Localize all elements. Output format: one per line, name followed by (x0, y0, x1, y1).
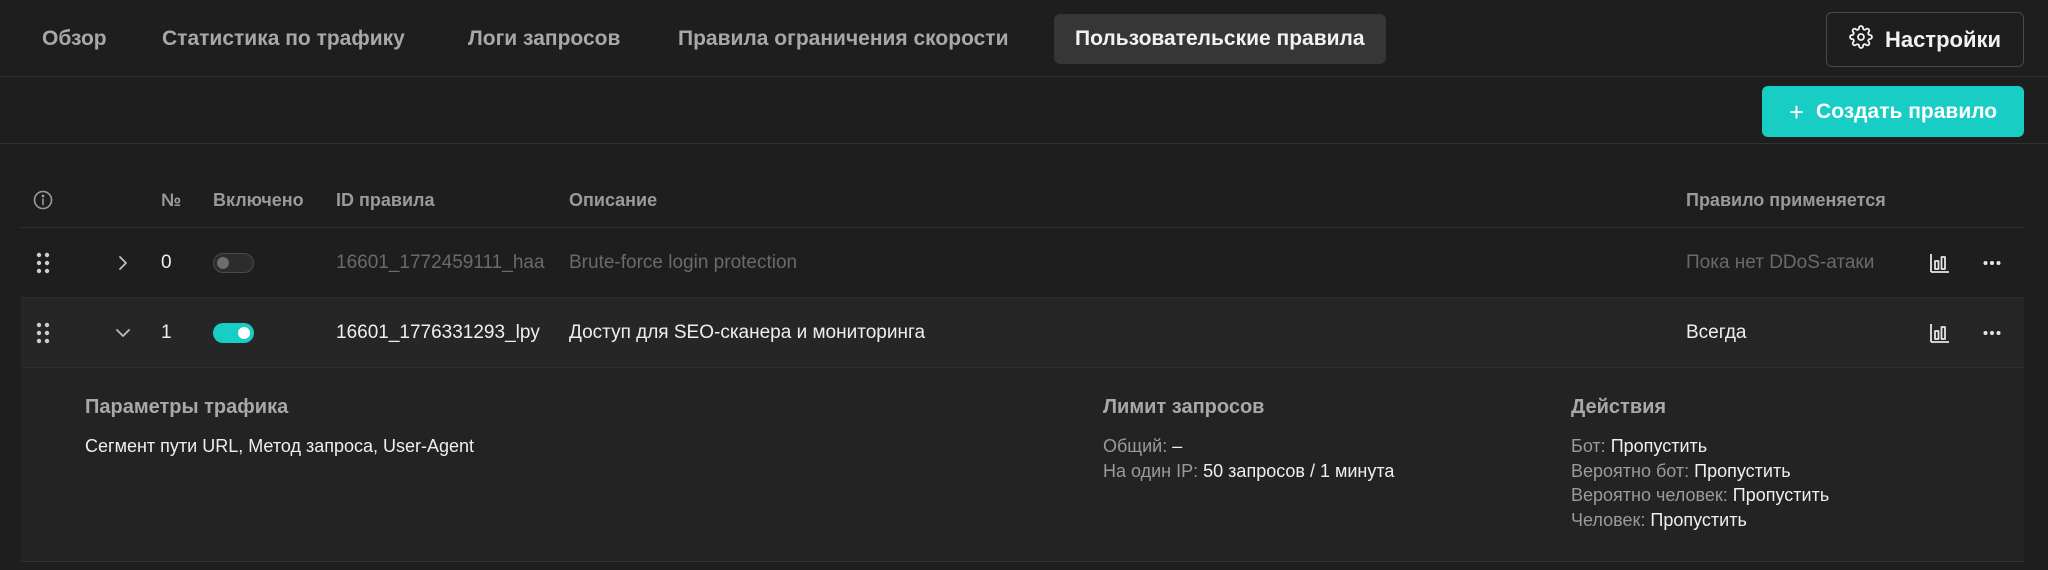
column-number: № (161, 189, 182, 210)
drag-handle-icon[interactable] (36, 228, 50, 298)
rule-description: Brute-force login protection (569, 252, 798, 273)
create-rule-button[interactable]: + Создать правило (1762, 86, 2024, 137)
actions-section: Действия Бот: Пропустить Вероятно бот: П… (1571, 396, 1829, 532)
limit-total-value: – (1172, 436, 1183, 456)
action-line: Вероятно человек: Пропустить (1571, 483, 1829, 508)
action-line: Человек: Пропустить (1571, 508, 1829, 533)
traffic-parameters-section: Параметры трафика Сегмент пути URL, Мето… (85, 396, 474, 459)
column-enabled: Включено (213, 189, 304, 210)
enabled-toggle[interactable] (213, 228, 254, 298)
more-icon[interactable] (1983, 298, 2001, 368)
plus-icon: + (1788, 96, 1805, 127)
rule-id: 16601_1776331293_lpy (336, 322, 540, 343)
tab-custom-rules[interactable]: Пользовательские правила (1054, 14, 1386, 64)
create-rule-label: Создать правило (1816, 99, 1998, 123)
tab-rate-limit-rules[interactable]: Правила ограничения скорости (657, 14, 1030, 64)
rule-number: 0 (161, 252, 172, 273)
custom-rules-table: № Включено ID правила Описание Правило п… (21, 172, 2024, 562)
settings-button[interactable]: Настройки (1826, 12, 2024, 67)
rule-id: 16601_1772459111_haa (336, 252, 545, 273)
rule-applies: Пока нет DDoS-атаки (1686, 252, 1875, 273)
column-description: Описание (569, 189, 658, 210)
column-rule-applies: Правило применяется (1686, 189, 1886, 210)
tab-traffic-statistics[interactable]: Статистика по трафику (141, 14, 426, 64)
tab-request-logs[interactable]: Логи запросов (447, 14, 641, 64)
action-label: Вероятно человек: (1571, 485, 1728, 505)
action-value: Пропустить (1732, 485, 1830, 505)
bar-chart-icon[interactable] (1929, 228, 1951, 298)
table-row[interactable]: 0 16601_1772459111_haa Brute-force login… (21, 228, 2024, 298)
toggle-switch[interactable] (213, 253, 254, 273)
traffic-parameters-title: Параметры трафика (85, 396, 289, 418)
limit-per-ip-label: На один IP: (1103, 460, 1199, 481)
action-value: Пропустить (1694, 460, 1791, 481)
bar-chart-icon[interactable] (1929, 298, 1951, 368)
limit-per-ip-value: 50 запросов / 1 минута (1203, 460, 1395, 481)
action-value: Пропустить (1650, 509, 1747, 530)
settings-button-label: Настройки (1884, 26, 2002, 52)
action-label: Бот: (1571, 436, 1606, 456)
more-icon[interactable] (1983, 228, 2001, 298)
top-navigation: Обзор Статистика по трафику Логи запросо… (0, 0, 2048, 77)
toggle-switch[interactable] (213, 323, 254, 343)
tab-overview[interactable]: Обзор (21, 14, 128, 64)
gear-icon (1849, 24, 1873, 55)
limit-total-line: Общий: – (1103, 434, 1394, 459)
rule-details-panel: Параметры трафика Сегмент пути URL, Мето… (21, 368, 2024, 562)
traffic-parameters-value: Сегмент пути URL, Метод запроса, User-Ag… (85, 436, 475, 456)
enabled-toggle[interactable] (213, 298, 254, 368)
action-line: Вероятно бот: Пропустить (1571, 459, 1829, 484)
rule-applies: Всегда (1686, 322, 1747, 343)
limit-per-ip-line: На один IP: 50 запросов / 1 минута (1103, 459, 1394, 484)
drag-handle-icon[interactable] (36, 298, 50, 368)
info-icon[interactable] (33, 172, 53, 228)
rule-description: Доступ для SEO-сканера и мониторинга (569, 322, 926, 343)
chevron-down-icon[interactable] (115, 298, 131, 368)
chevron-right-icon[interactable] (117, 228, 129, 298)
column-rule-id: ID правила (336, 189, 435, 210)
rule-number: 1 (161, 322, 172, 343)
action-label: Вероятно бот: (1571, 460, 1690, 481)
request-limit-title: Лимит запросов (1103, 396, 1265, 418)
request-limit-section: Лимит запросов Общий: – На один IP: 50 з… (1103, 396, 1394, 483)
action-line: Бот: Пропустить (1571, 434, 1829, 459)
table-row[interactable]: 1 16601_1776331293_lpy Доступ для SEO-ск… (21, 298, 2024, 368)
table-header: № Включено ID правила Описание Правило п… (21, 172, 2024, 228)
action-label: Человек: (1571, 509, 1646, 530)
toolbar: + Создать правило (0, 77, 2048, 144)
limit-total-label: Общий: (1103, 436, 1168, 456)
action-value: Пропустить (1610, 436, 1708, 456)
actions-title: Действия (1571, 396, 1667, 418)
